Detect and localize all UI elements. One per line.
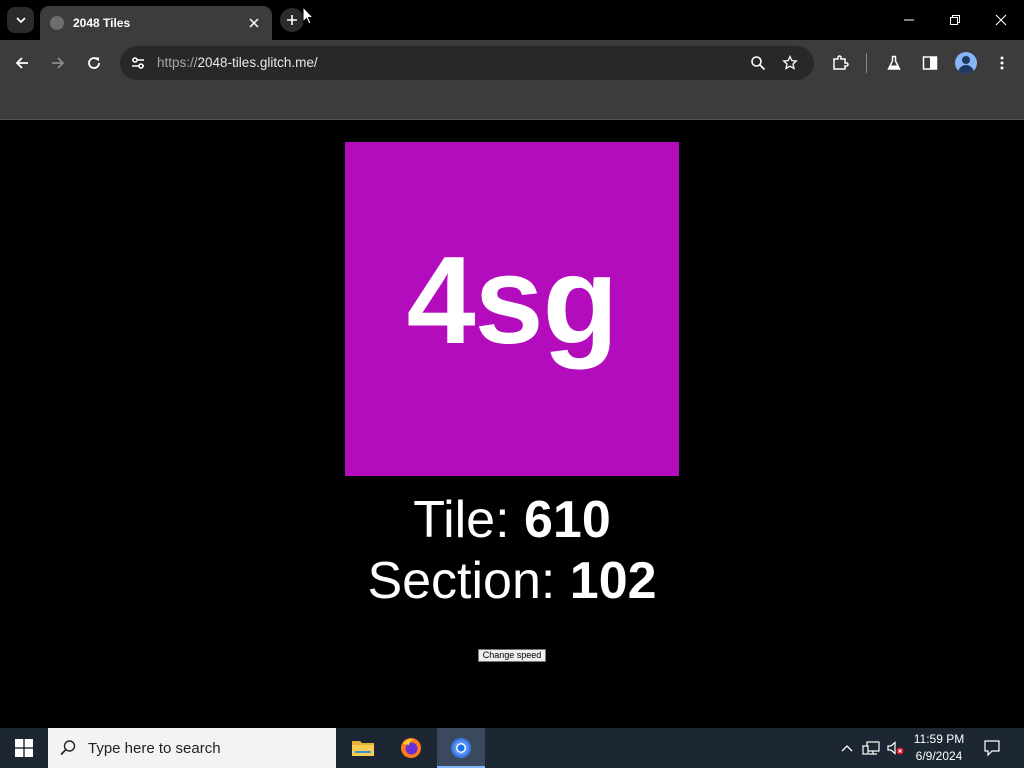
tile-value: 4sg (406, 232, 619, 370)
chrome-menu-button[interactable] (988, 49, 1016, 77)
forward-button[interactable] (44, 49, 72, 77)
globe-icon (50, 16, 64, 30)
bookmark-button[interactable] (780, 53, 800, 73)
browser-tab[interactable]: 2048 Tiles (40, 6, 272, 40)
side-panel-icon (922, 56, 938, 70)
network-icon (862, 741, 880, 755)
reload-icon (88, 57, 100, 69)
taskbar-clock[interactable]: 11:59 PM 6/9/2024 (906, 731, 972, 765)
plus-icon (287, 15, 297, 25)
mouse-cursor-icon (302, 6, 314, 25)
search-placeholder: Type here to search (88, 739, 221, 757)
volume-button[interactable] (884, 728, 906, 768)
action-center-button[interactable] (978, 728, 1006, 768)
notification-icon (984, 740, 1000, 757)
close-window-button[interactable] (978, 0, 1024, 40)
firefox-icon (401, 738, 421, 758)
avatar-head (962, 56, 970, 64)
tab-strip: 2048 Tiles (0, 0, 1024, 40)
tile-stat-value: 610 (524, 491, 611, 549)
firefox-button[interactable] (387, 728, 435, 768)
toolbar-divider (866, 53, 867, 73)
restore-icon (950, 15, 960, 25)
url-host: 2048-tiles.glitch.me/ (197, 55, 318, 70)
tab-title: 2048 Tiles (73, 16, 131, 30)
volume-muted-icon (887, 741, 904, 755)
clock-date: 6/9/2024 (915, 749, 963, 763)
taskbar-search-box[interactable]: Type here to search (48, 728, 336, 768)
back-button[interactable] (8, 49, 36, 77)
profile-avatar-icon[interactable] (955, 52, 977, 74)
labs-button[interactable] (880, 49, 908, 77)
close-icon (995, 14, 1007, 26)
flask-icon (887, 55, 901, 70)
reload-button[interactable] (80, 49, 108, 77)
new-tab-button[interactable] (280, 8, 304, 32)
puzzle-icon (833, 55, 849, 70)
chrome-icon (451, 738, 471, 758)
arrow-left-icon (15, 57, 28, 69)
chevron-down-icon (15, 17, 26, 24)
network-button[interactable] (860, 728, 882, 768)
file-explorer-button[interactable] (339, 728, 387, 768)
windows-logo-icon (15, 739, 33, 757)
tile-stat-label: Tile: (413, 491, 524, 549)
site-info-button[interactable] (128, 53, 148, 73)
zoom-icon (751, 56, 766, 71)
avatar-body (958, 65, 974, 74)
windows-taskbar: Type here to search 11:59 PM 6/9/2024 (0, 728, 1024, 768)
section-stat-label: Section: (367, 552, 570, 610)
kebab-menu-icon (1000, 56, 1004, 70)
section-stat: Section: 102 (0, 551, 1024, 611)
game-tile: 4sg (345, 142, 679, 476)
zoom-button[interactable] (748, 53, 768, 73)
url-text: https://2048-tiles.glitch.me/ (157, 55, 318, 70)
minimize-button[interactable] (886, 0, 932, 40)
restore-button[interactable] (932, 0, 978, 40)
arrow-right-icon (52, 57, 65, 69)
section-stat-value: 102 (569, 552, 657, 610)
tab-search-button[interactable] (7, 7, 34, 33)
browser-toolbar: https://2048-tiles.glitch.me/ (0, 40, 1024, 86)
chevron-up-icon (841, 745, 853, 752)
bookmarks-bar (0, 86, 1024, 120)
extensions-button[interactable] (826, 49, 854, 77)
clock-time: 11:59 PM (913, 732, 965, 746)
start-button[interactable] (0, 728, 48, 768)
star-icon (782, 55, 798, 70)
side-panel-button[interactable] (916, 49, 944, 77)
tile-stat: Tile: 610 (0, 490, 1024, 550)
web-page: 4sg Tile: 610 Section: 102 Change speed (0, 121, 1024, 728)
minimize-icon (904, 19, 914, 21)
tab-close-button[interactable] (246, 15, 262, 31)
file-explorer-icon (352, 741, 374, 756)
chrome-button[interactable] (437, 728, 485, 768)
close-icon (249, 18, 259, 28)
address-bar[interactable]: https://2048-tiles.glitch.me/ (120, 46, 814, 80)
change-speed-button[interactable]: Change speed (478, 649, 546, 662)
tune-icon (132, 57, 144, 69)
url-scheme: https:// (157, 55, 198, 70)
search-icon (48, 739, 88, 757)
show-hidden-icons-button[interactable] (836, 728, 858, 768)
